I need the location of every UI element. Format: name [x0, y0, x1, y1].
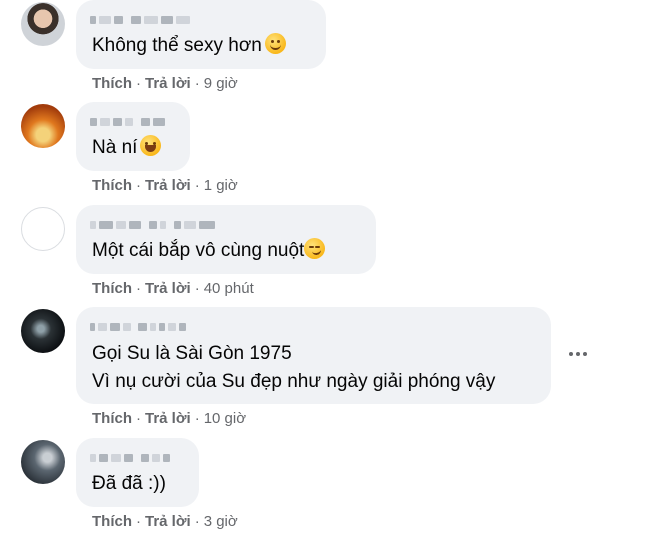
- like-link[interactable]: Thích: [92, 280, 132, 297]
- avatar[interactable]: [21, 104, 65, 148]
- reply-link[interactable]: Trả lời: [145, 513, 191, 530]
- smiling-face-icon: [264, 33, 286, 54]
- comment-bubble: Nà ní: [76, 102, 190, 171]
- like-link[interactable]: Thích: [92, 177, 132, 194]
- comment-text: Đã đã :)): [92, 473, 166, 494]
- commenter-name-blurred[interactable]: [90, 321, 186, 333]
- timestamp[interactable]: 40 phút: [204, 280, 254, 297]
- reply-link[interactable]: Trả lời: [145, 410, 191, 427]
- like-link[interactable]: Thích: [92, 410, 132, 427]
- reply-link[interactable]: Trả lời: [145, 177, 191, 194]
- avatar[interactable]: [21, 440, 65, 484]
- comment-text: Không thể sexy hơn: [92, 32, 286, 60]
- more-options-icon[interactable]: [566, 346, 590, 362]
- smirking-face-icon: [304, 238, 326, 259]
- timestamp[interactable]: 10 giờ: [204, 410, 246, 427]
- commenter-name-blurred[interactable]: [90, 14, 190, 26]
- comment-bubble: Đã đã :)): [76, 438, 199, 507]
- laughing-face-icon: [140, 135, 162, 156]
- comment-bubble: Một cái bắp vô cùng nuột: [76, 205, 376, 274]
- comment-text-line-1: Gọi Su là Sài Gòn 1975: [92, 343, 292, 364]
- commenter-name-blurred[interactable]: [90, 219, 215, 231]
- comment-text: Nà ní: [92, 134, 162, 162]
- like-link[interactable]: Thích: [92, 513, 132, 530]
- timestamp[interactable]: 9 giờ: [204, 75, 238, 92]
- avatar[interactable]: [21, 2, 65, 46]
- comment-bubble: Gọi Su là Sài Gòn 1975 Vì nụ cười của Su…: [76, 307, 551, 404]
- comment-text-line-2: Vì nụ cười của Su đẹp như ngày giải phón…: [92, 371, 496, 392]
- comment-actions: Thích · Trả lời · 40 phút: [92, 280, 254, 297]
- timestamp[interactable]: 3 giờ: [204, 513, 238, 530]
- comment-bubble: Không thể sexy hơn: [76, 0, 326, 69]
- comment-actions: Thích · Trả lời · 3 giờ: [92, 513, 238, 530]
- comment-text: Một cái bắp vô cùng nuột: [92, 237, 326, 265]
- commenter-name-blurred[interactable]: [90, 452, 170, 464]
- avatar[interactable]: [21, 207, 65, 251]
- like-link[interactable]: Thích: [92, 75, 132, 92]
- timestamp[interactable]: 1 giờ: [204, 177, 238, 194]
- reply-link[interactable]: Trả lời: [145, 280, 191, 297]
- comment-actions: Thích · Trả lời · 9 giờ: [92, 75, 238, 92]
- avatar[interactable]: [21, 309, 65, 353]
- commenter-name-blurred[interactable]: [90, 116, 165, 128]
- reply-link[interactable]: Trả lời: [145, 75, 191, 92]
- comment-actions: Thích · Trả lời · 1 giờ: [92, 177, 238, 194]
- comment-actions: Thích · Trả lời · 10 giờ: [92, 410, 247, 427]
